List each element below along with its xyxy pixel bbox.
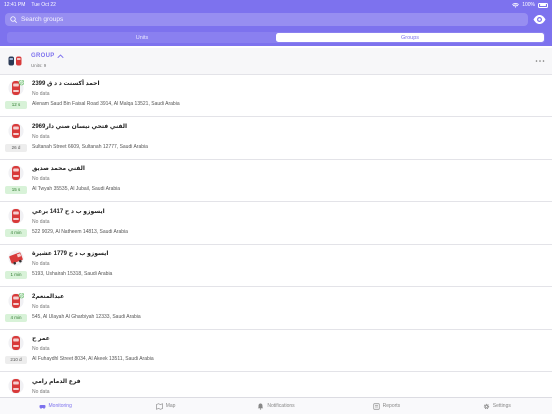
unit-address: Alenam Saud Bin Faisal Road 3914, Al Mal…	[32, 101, 180, 107]
tab-label: Settings	[492, 403, 511, 409]
unit-address: Al Fuhaydhl Street 8034, Al Akeek 13511,…	[32, 356, 154, 362]
tab-monitoring[interactable]: Monitoring	[0, 398, 110, 414]
search-input[interactable]	[21, 16, 501, 23]
last-update-badge: 15 s	[5, 186, 27, 194]
unit-status: No data	[32, 91, 50, 97]
tab-units[interactable]: Units	[8, 33, 276, 42]
unit-name: عمر ح	[32, 336, 50, 342]
tab-label: Monitoring	[48, 403, 72, 409]
unit-address: 5193, Ushairah 15318, Saudi Arabia	[32, 271, 113, 277]
group-cars-icon	[8, 56, 22, 66]
app-header: 12:41 PM Tue Oct 22 100% Units Groups	[0, 0, 552, 46]
unit-name: الفني فتحي نيسان صني دار2969	[32, 123, 128, 130]
list-item[interactable]: 26 d الفني فتحي نيسان صني دار2969 No data S…	[0, 117, 552, 160]
list-item[interactable]: 4 min عبدالمنعم2 No data 545, Al Ulayah Al …	[0, 287, 552, 330]
car-icon	[8, 207, 24, 224]
tab-settings[interactable]: Settings	[442, 398, 552, 414]
tab-map[interactable]: Map	[110, 398, 220, 414]
reports-icon	[373, 402, 380, 410]
battery-percent: 100%	[522, 2, 535, 8]
tab-groups[interactable]: Groups	[276, 33, 544, 42]
unit-name: ايسوزو ب د ح 1417 برعي	[32, 208, 105, 215]
unit-list: 12 s احمد أكسنت د د ق 2399 No data Alenam S…	[0, 75, 552, 397]
car-icon	[8, 335, 24, 351]
eye-icon[interactable]	[533, 14, 546, 25]
unit-name: فرع الدمام رامي	[32, 378, 81, 385]
car-icon	[8, 80, 24, 96]
last-update-badge: 4 min	[5, 313, 27, 322]
tab-label: Reports	[382, 403, 401, 409]
status-bar: 12:41 PM Tue Oct 22 100%	[0, 0, 552, 10]
last-update-badge: 26 d	[5, 143, 27, 152]
status-time: 12:41 PM	[4, 2, 26, 8]
search-bar[interactable]	[5, 13, 528, 26]
unit-name: عبدالمنعم2	[32, 293, 65, 300]
search-icon	[10, 16, 17, 23]
group-header[interactable]: GROUP Units: 9	[0, 48, 552, 75]
list-item[interactable]: 210 d عمر ح No data Al Fuhaydhl Street 8034…	[0, 330, 552, 372]
group-title: GROUP	[31, 53, 55, 59]
unit-address: 545, Al Ulayah Al Gharbiyah 12333, Saudi…	[32, 313, 141, 320]
unit-address: 522 9029, Al Natheem 14813, Saudi Arabia	[32, 228, 128, 235]
wifi-icon	[512, 2, 520, 8]
unit-status: No data	[32, 346, 50, 352]
group-units-count: Units: 9	[31, 63, 47, 68]
last-update-badge: 210 d	[5, 356, 27, 364]
list-item[interactable]: 15 s الفني محمد صديق No data Al Twyah 35535…	[0, 160, 552, 202]
bell-icon	[258, 403, 264, 410]
unit-status: No data	[32, 176, 50, 182]
unit-name: احمد أكسنت د د ق 2399	[32, 81, 100, 87]
unit-name: الفني محمد صديق	[32, 166, 85, 172]
monitoring-icon	[39, 404, 46, 409]
chevron-up-icon[interactable]	[57, 53, 64, 59]
tab-label: Map	[165, 403, 176, 409]
tab-label: Notifications	[267, 403, 295, 409]
map-icon	[155, 402, 163, 410]
car-icon	[8, 292, 24, 309]
car-icon	[8, 165, 24, 181]
unit-address: Al Twyah 35535, Al Jubail, Saudi Arabia	[32, 186, 121, 192]
status-date: Tue Oct 22	[31, 2, 56, 8]
tab-reports[interactable]: Reports	[331, 398, 441, 414]
last-update-badge: 12 s	[5, 101, 27, 109]
list-item[interactable]: 1 min ايسوزو ب د ح 1779 عشيرة No data 5193,…	[0, 245, 552, 287]
unit-status: No data	[32, 218, 50, 225]
unit-status: No data	[32, 388, 50, 395]
car-icon	[8, 122, 24, 139]
list-item[interactable]: فرع الدمام رامي No data	[0, 372, 552, 397]
unit-status: No data	[32, 133, 50, 140]
list-item[interactable]: 12 s احمد أكسنت د د ق 2399 No data Alenam S…	[0, 75, 552, 117]
tab-notifications[interactable]: Notifications	[221, 398, 331, 414]
car-icon	[8, 377, 24, 394]
gear-icon	[483, 403, 489, 409]
unit-status: No data	[32, 261, 50, 267]
more-icon[interactable]	[535, 59, 545, 63]
truck-icon	[8, 250, 24, 266]
battery-icon	[538, 2, 548, 8]
bottom-tab-bar: Monitoring Map Notifications Reports Setting…	[0, 397, 552, 414]
unit-address: Sultanah Street 6609, Sultanah 12777, Sa…	[32, 143, 148, 150]
last-update-badge: 1 min	[5, 271, 27, 279]
list-item[interactable]: 4 min ايسوزو ب د ح 1417 برعي No data 522 90…	[0, 202, 552, 245]
unit-status: No data	[32, 303, 50, 310]
last-update-badge: 4 min	[5, 228, 27, 237]
segmented-control: Units Groups	[7, 32, 545, 43]
unit-name: ايسوزو ب د ح 1779 عشيرة	[32, 251, 109, 257]
